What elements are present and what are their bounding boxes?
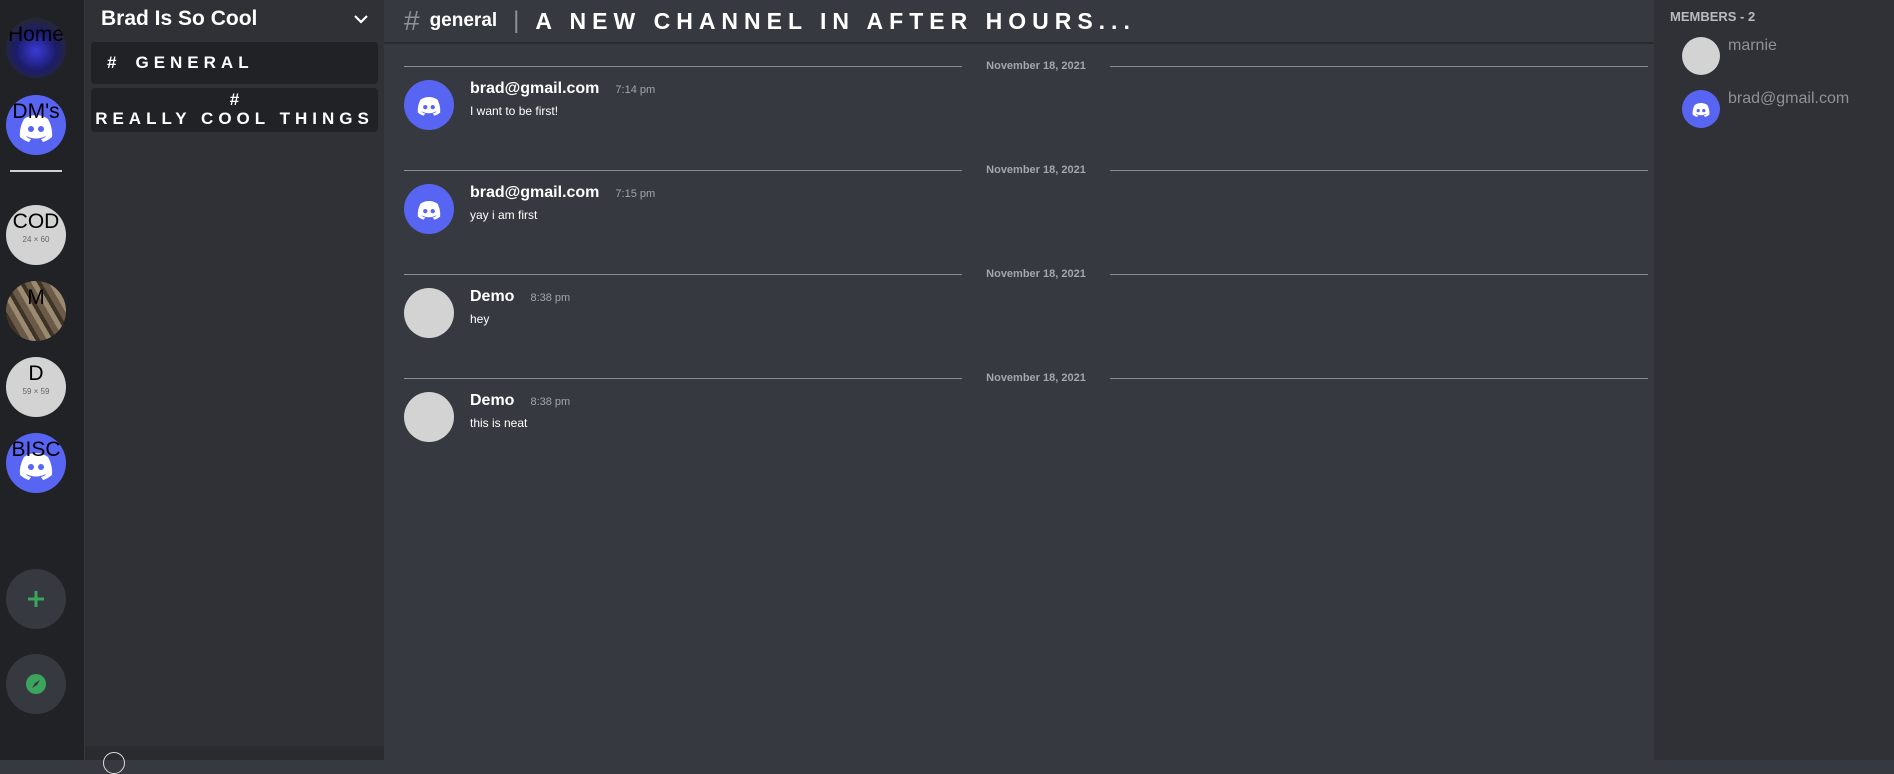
server-label: D <box>28 362 44 385</box>
date-divider: November 18, 2021 <box>404 264 1648 284</box>
channel-header: # general | A NEW CHANNEL IN AFTER HOURS… <box>384 0 1654 44</box>
member-name: marnie <box>1728 37 1777 54</box>
server-m[interactable]: M <box>6 281 66 341</box>
server-sublabel: 59 × 59 <box>22 387 50 396</box>
message-text: I want to be first! <box>470 104 559 118</box>
discord-logo-icon[interactable] <box>404 184 454 234</box>
plus-icon <box>28 591 44 607</box>
server-label: BISC <box>11 438 61 461</box>
message-item: brad@gmail.com 7:15 pm yay i am first <box>404 180 1648 252</box>
server-dms[interactable]: DM's <box>6 95 66 155</box>
compass-icon <box>26 674 46 694</box>
date-divider: November 18, 2021 <box>404 56 1648 76</box>
member-list: MEMBERS - 2 marnie brad@gmail.com <box>1654 0 1894 760</box>
message-timestamp: 8:38 pm <box>530 396 571 408</box>
avatar[interactable] <box>404 392 454 442</box>
server-d[interactable]: D 59 × 59 <box>6 357 66 417</box>
message-timestamp: 7:14 pm <box>615 84 656 96</box>
explore-servers-button[interactable] <box>6 654 66 714</box>
server-bisc[interactable]: BISC <box>6 433 66 493</box>
message-list: November 18, 2021 brad@gmail.com 7:14 pm… <box>384 56 1654 460</box>
channel-item-really-cool-things[interactable]: # REALLY COOL THINGS <box>91 88 378 132</box>
channel-hash: # <box>107 53 122 72</box>
server-header[interactable]: Brad Is So Cool <box>85 0 384 38</box>
member-list-title: MEMBERS - 2 <box>1670 9 1756 24</box>
date-divider-label: November 18, 2021 <box>986 164 1086 176</box>
server-label: Home <box>7 23 65 46</box>
discord-logo-icon <box>1682 90 1720 128</box>
date-divider-label: November 18, 2021 <box>986 268 1086 280</box>
server-rail: Home DM's COD 24 × 60 M D 59 × 59 BISC <box>0 0 84 760</box>
avatar <box>1682 37 1720 75</box>
member-name: brad@gmail.com <box>1728 90 1850 107</box>
message-author[interactable]: brad@gmail.com <box>470 80 599 98</box>
message-text: this is neat <box>470 416 528 430</box>
channel-hash-icon: # <box>404 5 420 36</box>
date-divider: November 18, 2021 <box>404 160 1648 180</box>
server-cod[interactable]: COD 24 × 60 <box>6 205 66 265</box>
avatar[interactable] <box>404 288 454 338</box>
rail-separator <box>10 170 62 172</box>
channel-name: GENERAL <box>135 53 254 72</box>
channel-hash: # <box>229 90 240 109</box>
server-label: M <box>27 286 45 309</box>
message-item: Demo 8:38 pm this is neat <box>404 388 1648 460</box>
channel-name: REALLY COOL THINGS <box>95 109 374 128</box>
channel-title: general <box>429 10 498 31</box>
server-label: COD <box>12 210 60 233</box>
add-server-button[interactable] <box>6 569 66 629</box>
date-divider-label: November 18, 2021 <box>986 372 1086 384</box>
discord-logo-icon[interactable] <box>404 80 454 130</box>
channel-item-general[interactable]: # GENERAL <box>91 42 378 84</box>
message-text: hey <box>470 312 490 326</box>
date-divider: November 18, 2021 <box>404 368 1648 388</box>
message-item: brad@gmail.com 7:14 pm I want to be firs… <box>404 76 1648 148</box>
message-author[interactable]: Demo <box>470 288 514 306</box>
chevron-down-icon[interactable] <box>352 10 370 28</box>
chat-area: # general | A NEW CHANNEL IN AFTER HOURS… <box>384 0 1654 760</box>
user-avatar[interactable] <box>103 752 125 774</box>
server-label: DM's <box>12 100 60 123</box>
header-separator: | <box>513 7 520 34</box>
message-author[interactable]: Demo <box>470 392 514 410</box>
message-text: yay i am first <box>470 208 538 222</box>
channel-topic: A NEW CHANNEL IN AFTER HOURS... <box>535 7 1136 34</box>
date-divider-label: November 18, 2021 <box>986 60 1086 72</box>
message-item: Demo 8:38 pm hey <box>404 284 1648 356</box>
server-home[interactable]: Home <box>6 18 66 78</box>
message-author[interactable]: brad@gmail.com <box>470 184 599 202</box>
message-timestamp: 8:38 pm <box>530 292 571 304</box>
message-timestamp: 7:15 pm <box>615 188 656 200</box>
server-name: Brad Is So Cool <box>101 7 258 30</box>
user-panel <box>85 746 384 774</box>
server-sublabel: 24 × 60 <box>22 235 50 244</box>
channel-sidebar: Brad Is So Cool # GENERAL # REALLY COOL … <box>85 0 384 774</box>
